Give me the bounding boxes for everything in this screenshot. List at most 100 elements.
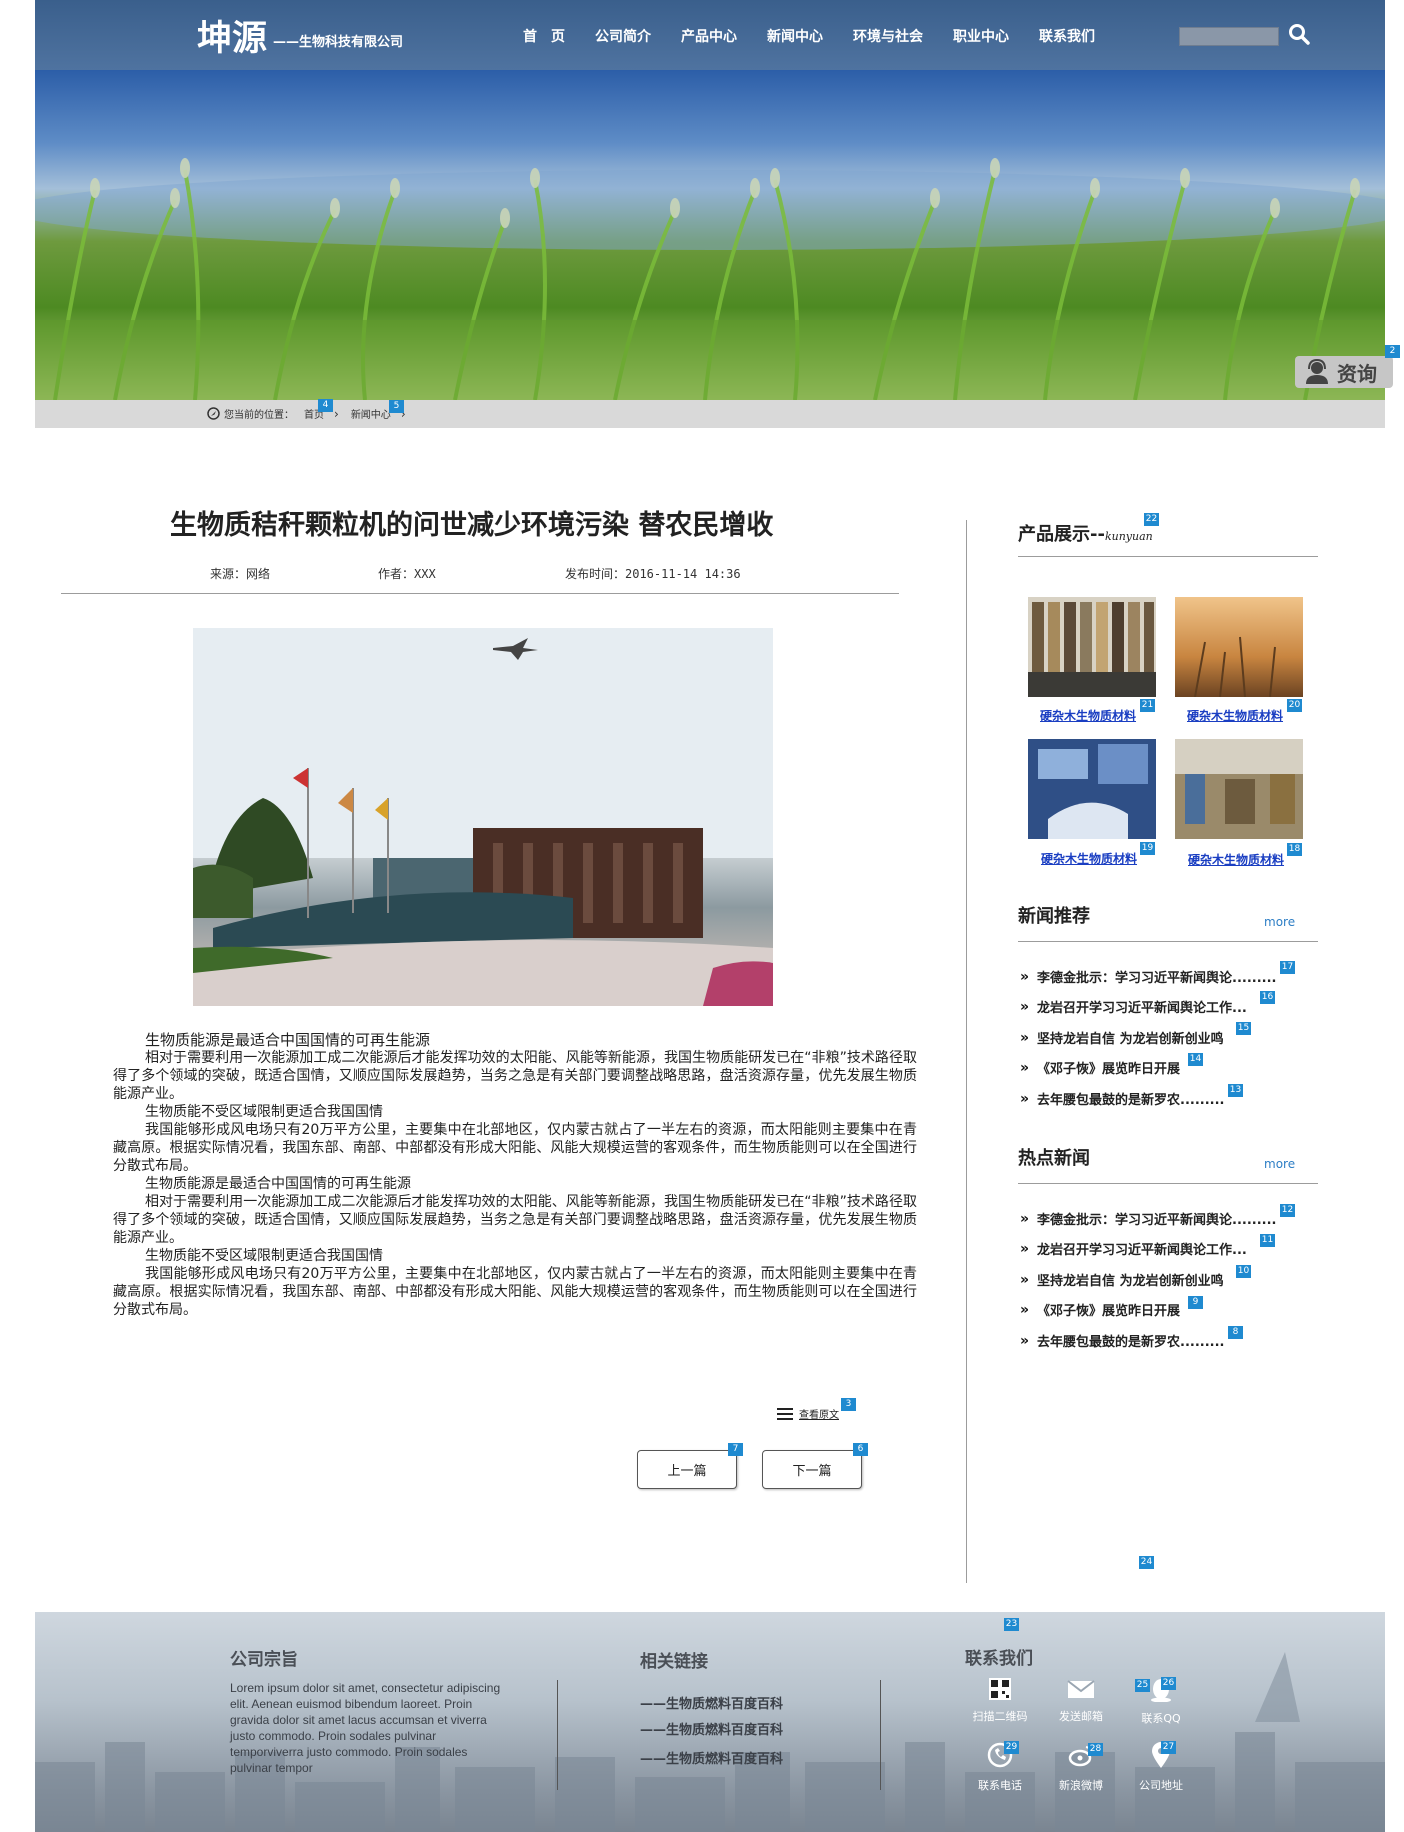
next-article-button[interactable]: 下一篇: [762, 1450, 862, 1489]
article-image: [193, 628, 773, 1006]
contact-label: 扫描二维码: [972, 1710, 1028, 1723]
nav-item-about[interactable]: 公司简介: [595, 26, 651, 46]
article-title: 生物质秸秆颗粒机的问世减少环境污染 替农民增收: [170, 510, 774, 541]
product-thumb-4[interactable]: [1175, 739, 1303, 839]
annotation-badge: 2: [1385, 345, 1400, 358]
hot-news-list-item[interactable]: » 《邓子恢》展览昨日开展: [1020, 1300, 1181, 1320]
footer-purpose-heading: 公司宗旨: [230, 1650, 298, 1670]
prev-article-button[interactable]: 上一篇: [637, 1450, 737, 1489]
qr-code-contact[interactable]: 扫描二维码: [965, 1678, 1035, 1724]
annotation-badge: 11: [1260, 1234, 1275, 1247]
annotation-badge: 7: [728, 1443, 743, 1456]
annotation-badge: 27: [1161, 1741, 1176, 1754]
consult-button[interactable]: 资询: [1295, 356, 1393, 388]
product-image: [1175, 597, 1303, 697]
news-divider: [1018, 941, 1318, 942]
hot-news-list-item[interactable]: » 李德金批示：学习习近平新闻舆论.........: [1020, 1209, 1277, 1229]
annotation-badge: 3: [841, 1398, 856, 1411]
double-chevron-icon: »: [1020, 1059, 1030, 1076]
news-title: 《邓子恢》展览昨日开展: [1037, 1062, 1181, 1077]
news-heading: 新闻推荐: [1018, 906, 1090, 927]
product-thumb-2[interactable]: [1175, 597, 1303, 697]
nav-item-products[interactable]: 产品中心: [681, 26, 737, 46]
hot-news-list-item[interactable]: » 坚持龙岩自信 为龙岩创新创业鸣: [1020, 1270, 1224, 1290]
main-nav: 首 页 公司简介 产品中心 新闻中心 环境与社会 职业中心 联系我们: [523, 26, 1125, 46]
annotation-badge: 9: [1188, 1296, 1203, 1309]
customer-service-icon: [1306, 359, 1328, 384]
nav-item-contact[interactable]: 联系我们: [1039, 26, 1095, 46]
product-caption-3[interactable]: 硬杂木生物质材料: [1041, 850, 1137, 867]
search-input[interactable]: [1179, 27, 1279, 46]
product-caption-2[interactable]: 硬杂木生物质材料: [1187, 707, 1283, 724]
hot-news-title: 去年腰包最鼓的是新罗农.........: [1037, 1335, 1225, 1350]
annotation-badge: 20: [1287, 699, 1302, 712]
annotation-badge: 25: [1135, 1679, 1150, 1692]
article-paragraph: 相对于需要利用一次能源加工成二次能源后才能发挥功效的太阳能、风能等新能源，我国生…: [113, 1050, 917, 1102]
hot-news-more-link[interactable]: more: [1264, 1157, 1295, 1171]
news-list-item[interactable]: » 坚持龙岩自信 为龙岩创新创业鸣: [1020, 1028, 1224, 1048]
news-list-item[interactable]: » 李德金批示：学习习近平新闻舆论.........: [1020, 967, 1277, 987]
annotation-badge: 4: [318, 399, 333, 412]
product-image: [1028, 739, 1156, 839]
news-title: 坚持龙岩自信 为龙岩创新创业鸣: [1037, 1032, 1224, 1047]
double-chevron-icon: »: [1020, 998, 1030, 1015]
annotation-badge: 6: [853, 1443, 868, 1456]
hot-news-divider: [1018, 1183, 1318, 1184]
double-chevron-icon: »: [1020, 1029, 1030, 1046]
hot-news-heading: 热点新闻: [1018, 1148, 1090, 1169]
nav-item-home[interactable]: 首 页: [523, 26, 565, 46]
footer-link[interactable]: ——生物质燃料百度百科: [640, 1748, 783, 1767]
hot-news-list-item[interactable]: » 龙岩召开学习习近平新闻舆论工作...: [1020, 1239, 1247, 1259]
title-divider: [61, 593, 899, 594]
news-list-item[interactable]: » 《邓子恢》展览昨日开展: [1020, 1058, 1181, 1078]
product-thumb-3[interactable]: [1028, 739, 1156, 839]
annotation-badge: 18: [1287, 843, 1302, 856]
product-caption-4[interactable]: 硬杂木生物质材料: [1188, 851, 1284, 868]
top-header: 坤源 ——生物科技有限公司 首 页 公司简介 产品中心 新闻中心 环境与社会 职…: [35, 0, 1385, 70]
breadcrumb-news-link[interactable]: 新闻中心: [351, 406, 391, 421]
news-more-link[interactable]: more: [1264, 915, 1295, 929]
breadcrumb: 您当前的位置： 首页 › 新闻中心 ›: [207, 406, 418, 421]
view-original-link[interactable]: 查看原文: [777, 1406, 839, 1421]
annotation-badge: 13: [1228, 1084, 1243, 1097]
news-title: 龙岩召开学习习近平新闻舆论工作...: [1037, 1001, 1247, 1016]
news-list-item[interactable]: » 去年腰包最鼓的是新罗农.........: [1020, 1089, 1225, 1109]
double-chevron-icon: »: [1020, 1210, 1030, 1227]
column-divider: [966, 520, 967, 1583]
article-body: 生物质能源是最适合中国国情的可再生能源 相对于需要利用一次能源加工成二次能源后才…: [113, 1031, 917, 1319]
nav-item-environment[interactable]: 环境与社会: [853, 26, 923, 46]
double-chevron-icon: »: [1020, 968, 1030, 985]
article-paragraph: 生物质能不受区域限制更适合我国国情: [145, 1104, 383, 1120]
hot-news-title: 李德金批示：学习习近平新闻舆论.........: [1037, 1213, 1277, 1228]
news-title: 李德金批示：学习习近平新闻舆论.........: [1037, 971, 1277, 986]
search-icon[interactable]: [1287, 22, 1311, 46]
hot-news-list-item[interactable]: » 去年腰包最鼓的是新罗农.........: [1020, 1331, 1225, 1351]
nav-item-careers[interactable]: 职业中心: [953, 26, 1009, 46]
contact-label: 联系QQ: [1141, 1712, 1181, 1725]
footer-link[interactable]: ——生物质燃料百度百科: [640, 1719, 783, 1738]
footer-divider: [557, 1680, 558, 1790]
contact-label: 公司地址: [1139, 1779, 1183, 1792]
phone-contact[interactable]: 联系电话: [965, 1741, 1035, 1793]
hot-news-title: 《邓子恢》展览昨日开展: [1037, 1304, 1181, 1319]
annotation-badge: 16: [1260, 991, 1275, 1004]
hot-news-title: 龙岩召开学习习近平新闻舆论工作...: [1037, 1243, 1247, 1258]
email-contact[interactable]: 发送邮箱: [1046, 1678, 1116, 1724]
mail-icon: [1067, 1680, 1095, 1698]
product-caption-1[interactable]: 硬杂木生物质材料: [1040, 707, 1136, 724]
article-author: 作者：XXX: [378, 567, 436, 581]
consult-label: 资询: [1337, 361, 1377, 386]
product-image: [1028, 597, 1156, 697]
nav-item-news[interactable]: 新闻中心: [767, 26, 823, 46]
double-chevron-icon: »: [1020, 1271, 1030, 1288]
footer-link[interactable]: ——生物质燃料百度百科: [640, 1693, 783, 1712]
product-thumb-1[interactable]: [1028, 597, 1156, 697]
footer-divider: [880, 1680, 881, 1790]
weibo-contact[interactable]: 新浪微博: [1046, 1741, 1116, 1793]
logo-title[interactable]: 坤源: [197, 10, 267, 61]
double-chevron-icon: »: [1020, 1240, 1030, 1257]
double-chevron-icon: »: [1020, 1090, 1030, 1107]
grass-illustration: [35, 158, 1385, 400]
news-list-item[interactable]: » 龙岩召开学习习近平新闻舆论工作...: [1020, 997, 1247, 1017]
annotation-badge: 24: [1139, 1556, 1154, 1569]
